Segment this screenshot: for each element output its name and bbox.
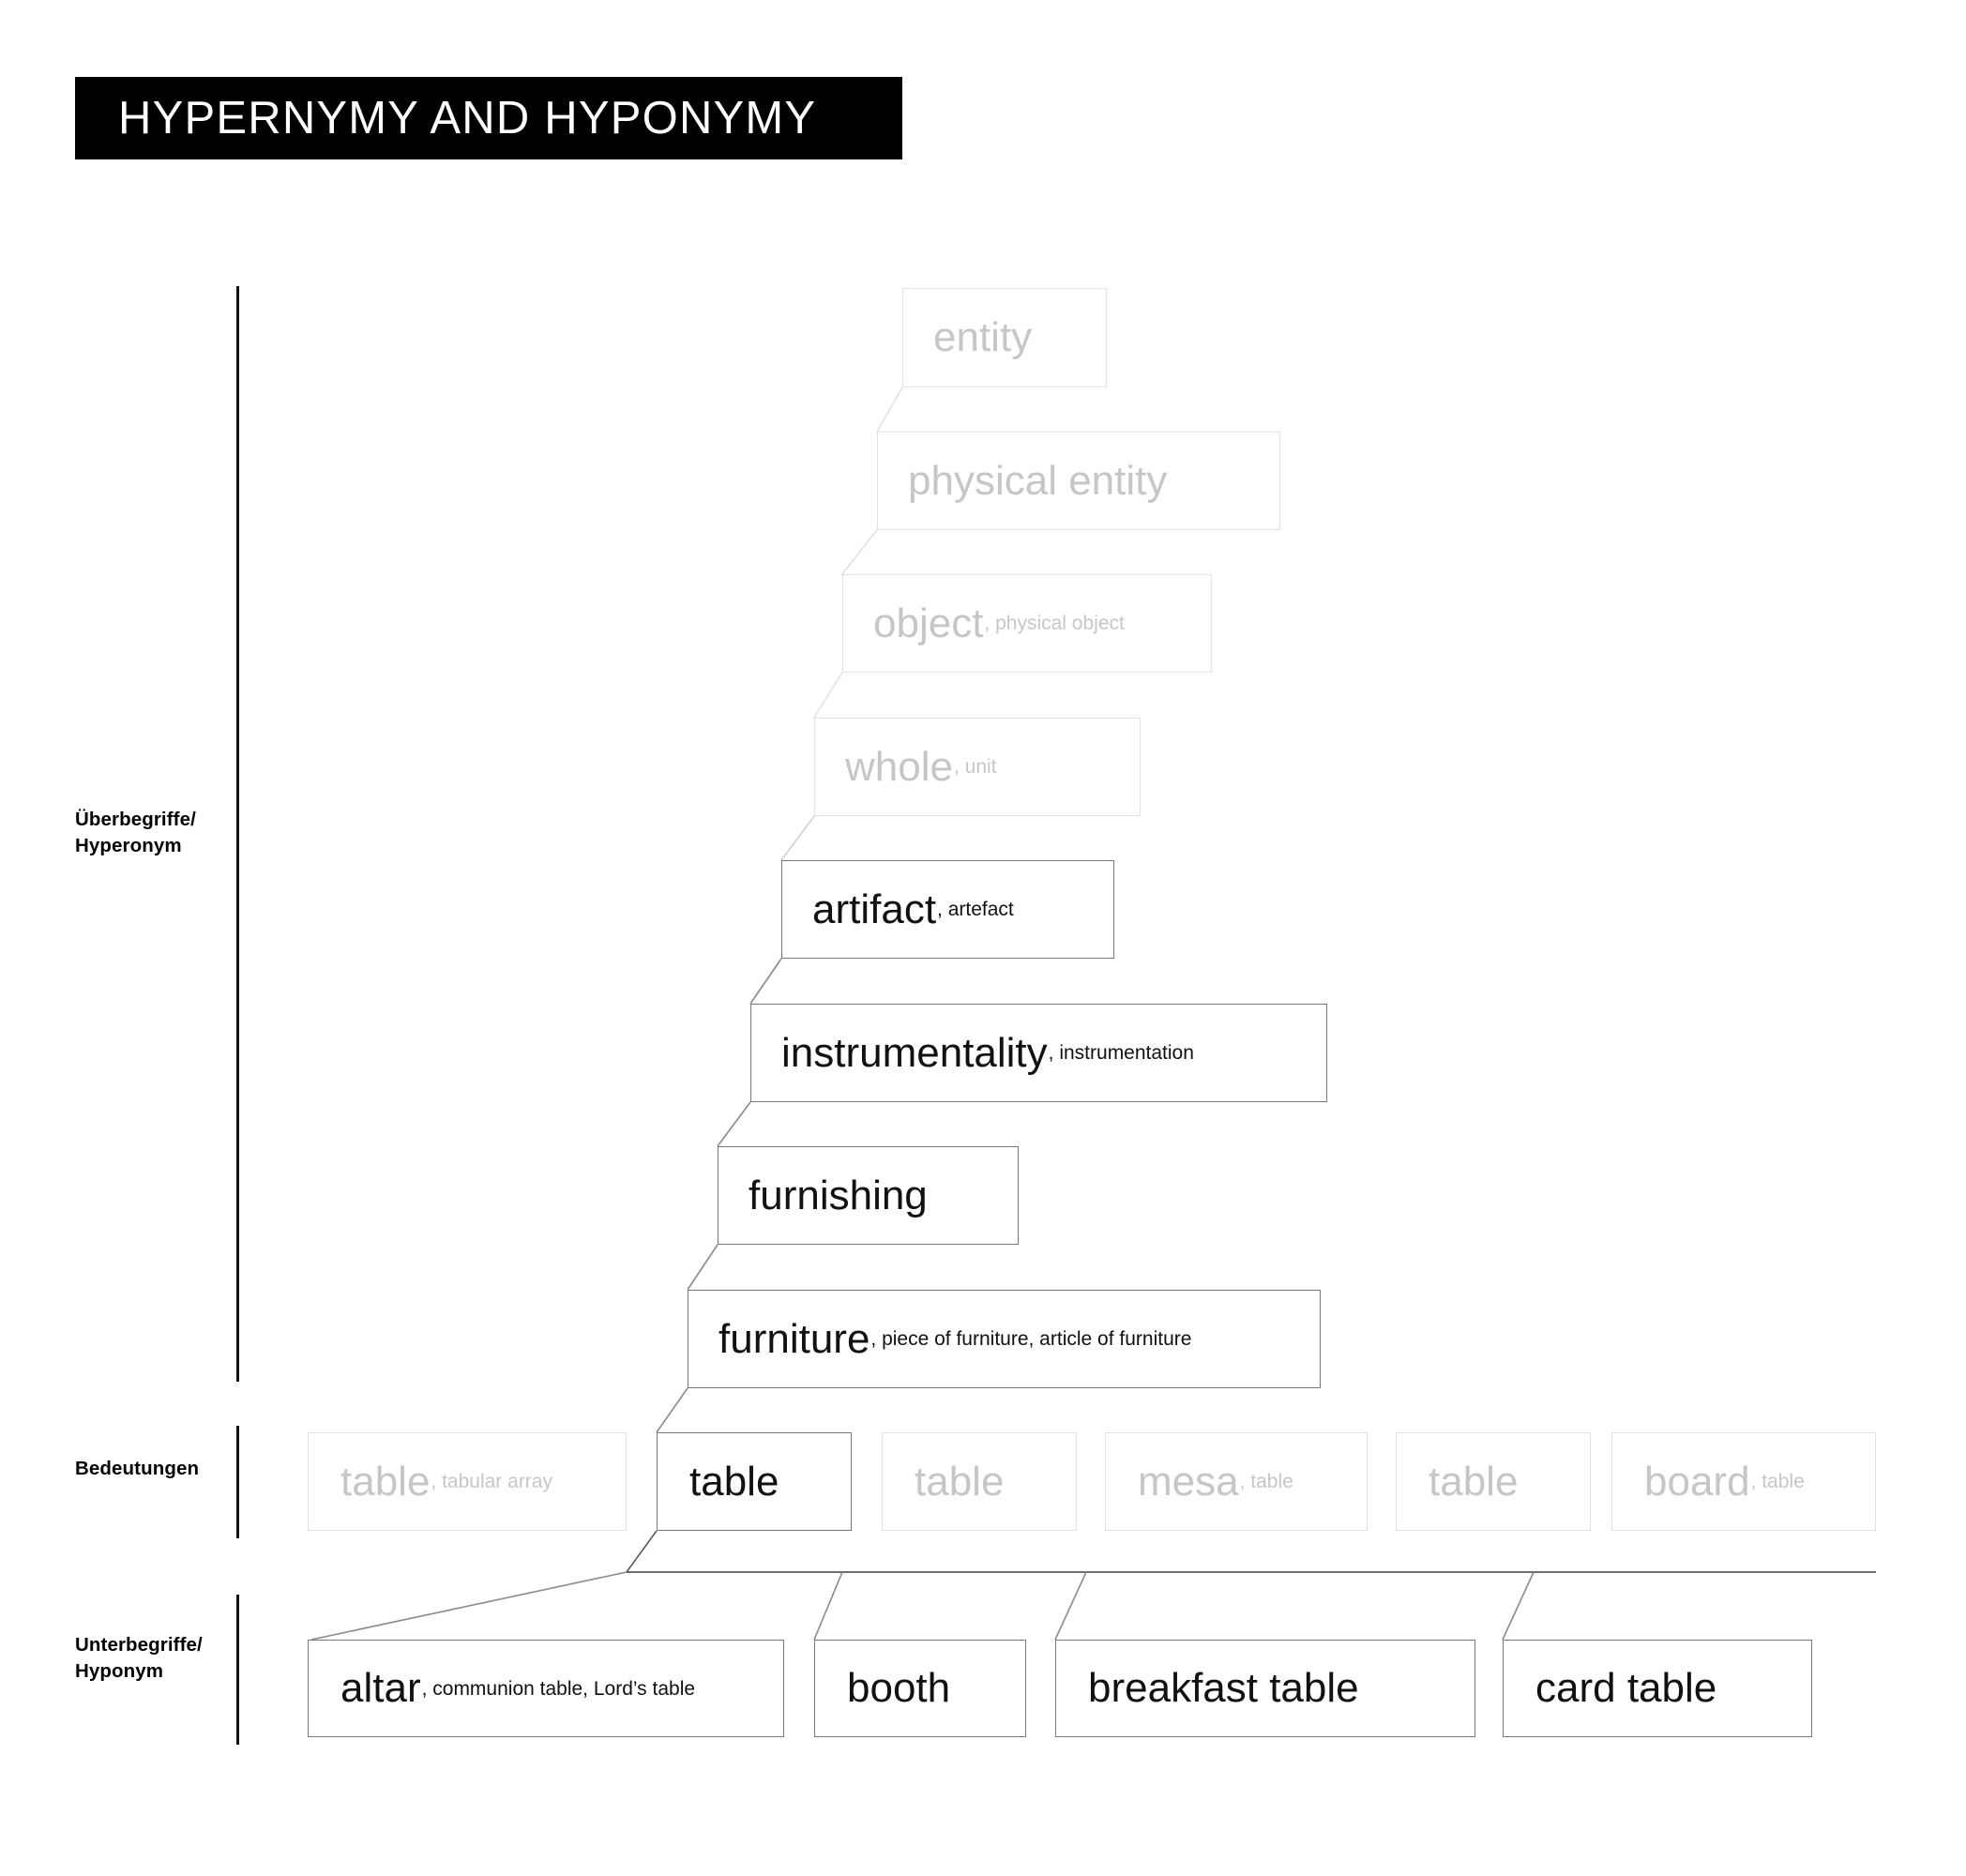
node-synonyms: , tabular array (431, 1471, 552, 1492)
sense-node-mesa[interactable]: mesa , table (1105, 1432, 1368, 1531)
node-term: table (689, 1458, 779, 1505)
diagram-canvas: HYPERNYMY AND HYPONYMY Überbegriffe/ Hyp… (0, 0, 1966, 1876)
node-synonyms: , table (1750, 1471, 1805, 1492)
sense-node-board[interactable]: board , table (1611, 1432, 1876, 1531)
node-synonyms: , piece of furniture, article of furnitu… (870, 1328, 1192, 1350)
node-synonyms: , physical object (984, 613, 1125, 634)
node-term: board (1644, 1458, 1750, 1505)
node-synonyms: , unit (953, 756, 997, 778)
hyponym-rail-label: Unterbegriffe/ Hyponym (75, 1634, 203, 1682)
node-synonyms: , communion table, Lord’s table (421, 1677, 696, 1700)
node-term: physical entity (908, 457, 1168, 504)
sense-node-table-tabular-array[interactable]: table , tabular array (308, 1432, 627, 1531)
hypernym-node-object[interactable]: object , physical object (842, 574, 1212, 673)
hypernym-rail-bar (236, 286, 239, 1382)
hypernym-rail-label: Überbegriffe/ Hyperonym (75, 809, 196, 856)
node-term: furnishing (749, 1172, 928, 1218)
page-title-banner: HYPERNYMY AND HYPONYMY (75, 77, 902, 159)
senses-rail-label: Bedeutungen (75, 1458, 200, 1479)
hyponym-node-booth[interactable]: booth (814, 1640, 1026, 1737)
node-term: booth (847, 1665, 951, 1711)
sense-node-table-3[interactable]: table (882, 1432, 1077, 1531)
node-term: instrumentality (781, 1029, 1048, 1076)
node-term: table (1429, 1458, 1519, 1505)
node-term: card table (1535, 1665, 1717, 1711)
page-title: HYPERNYMY AND HYPONYMY (118, 92, 817, 144)
sense-node-table-5[interactable]: table (1396, 1432, 1591, 1531)
node-term: altar (340, 1665, 421, 1711)
hypernym-node-artifact[interactable]: artifact , artefact (781, 860, 1114, 959)
hypernym-node-physical-entity[interactable]: physical entity (877, 431, 1280, 530)
node-term: mesa (1138, 1458, 1239, 1505)
node-term: table (915, 1458, 1005, 1505)
node-synonyms: , artefact (937, 899, 1014, 920)
senses-rail-bar (236, 1426, 239, 1538)
node-term: breakfast table (1088, 1665, 1359, 1711)
node-term: object (873, 599, 984, 646)
hyponym-node-breakfast-table[interactable]: breakfast table (1055, 1640, 1475, 1737)
hypernym-node-whole[interactable]: whole , unit (814, 718, 1141, 816)
hypernym-node-furniture[interactable]: furniture , piece of furniture, article … (688, 1290, 1321, 1388)
hypernym-node-entity[interactable]: entity (902, 288, 1107, 387)
hypernym-node-furnishing[interactable]: furnishing (718, 1146, 1019, 1245)
hypernym-node-instrumentality[interactable]: instrumentality , instrumentation (750, 1004, 1327, 1102)
node-synonyms: , instrumentation (1048, 1042, 1194, 1064)
hyponym-node-card-table[interactable]: card table (1503, 1640, 1812, 1737)
hyponym-node-altar[interactable]: altar , communion table, Lord’s table (308, 1640, 784, 1737)
node-synonyms: , table (1239, 1471, 1293, 1492)
sense-node-table-furniture[interactable]: table (657, 1432, 852, 1531)
node-term: entity (933, 314, 1033, 360)
node-term: whole (845, 743, 953, 790)
node-term: furniture (718, 1315, 870, 1362)
node-term: artifact (812, 885, 937, 932)
node-term: table (340, 1458, 431, 1505)
